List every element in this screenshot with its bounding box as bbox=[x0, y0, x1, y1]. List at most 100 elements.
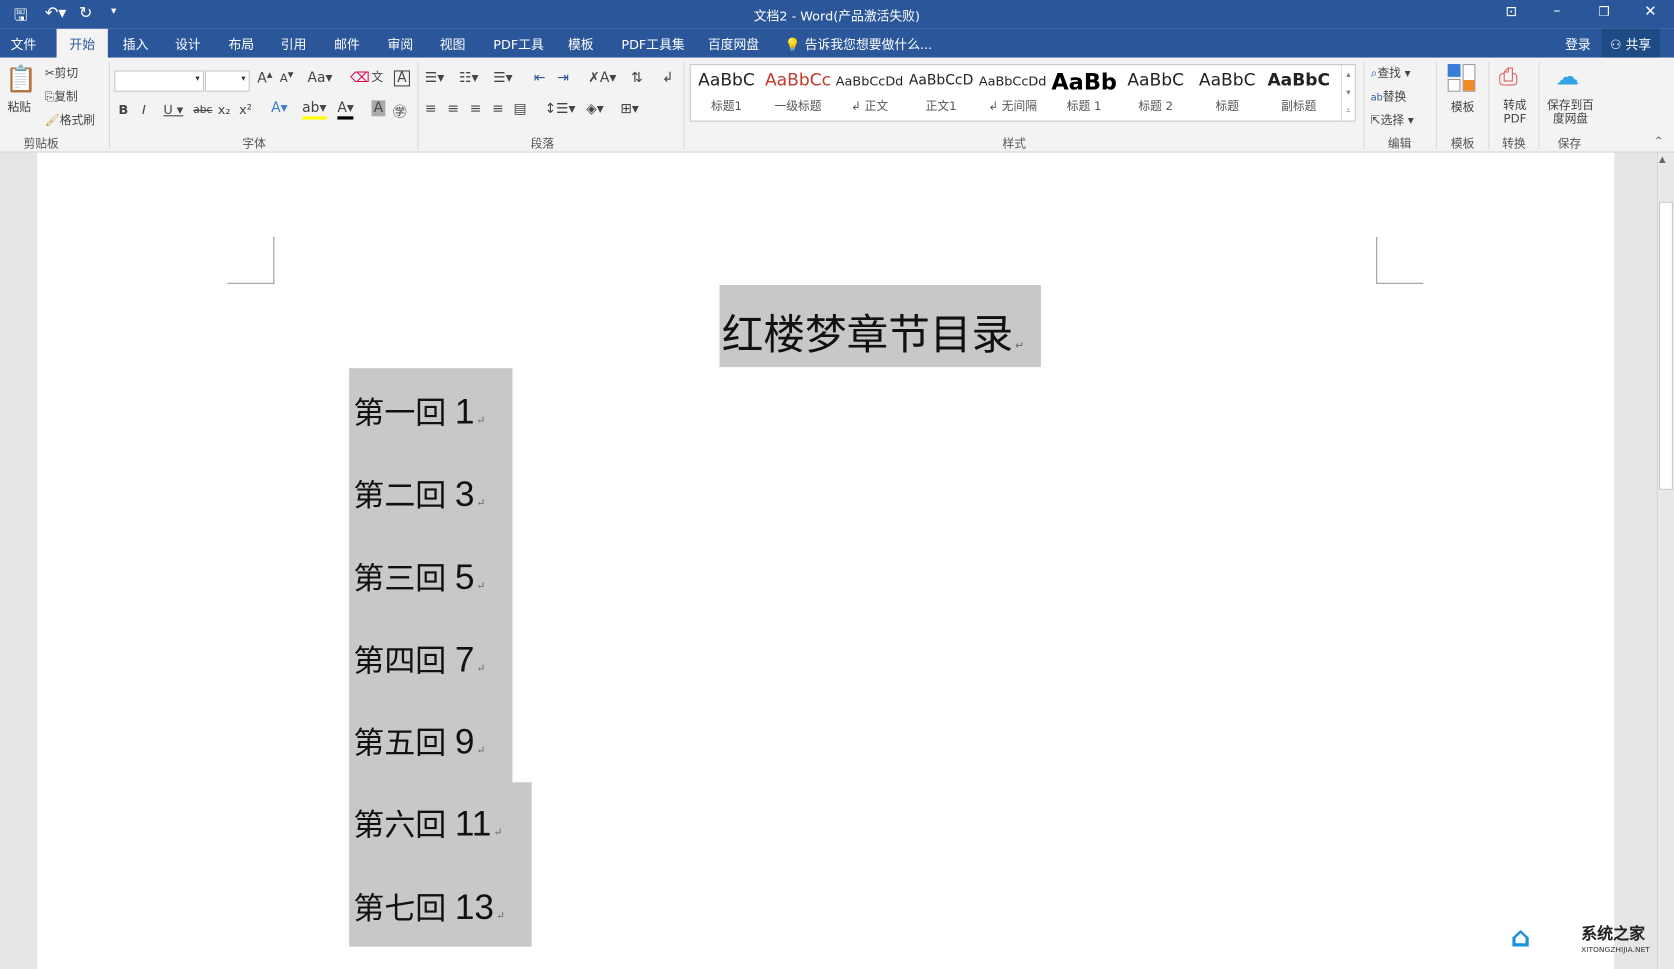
convert-pdf-button[interactable]: 转成PDF bbox=[1501, 98, 1529, 126]
line-spacing-icon[interactable]: ↕☰▾ bbox=[544, 101, 575, 117]
copy-button[interactable]: ⎘复制 bbox=[45, 88, 78, 105]
group-label-convert: 转换 bbox=[1502, 136, 1526, 151]
select-button[interactable]: ⇱选择 ▾ bbox=[1371, 111, 1414, 128]
change-case-icon[interactable]: Aa▾ bbox=[307, 70, 332, 86]
tab-layout[interactable]: 布局 bbox=[228, 35, 254, 53]
sort-icon[interactable]: ⇅ bbox=[631, 70, 643, 86]
underline-icon[interactable]: U ▾ bbox=[163, 102, 183, 117]
toc-entry[interactable]: 第三回 5 ↵ bbox=[353, 554, 485, 599]
font-name-combobox[interactable]: ▾ bbox=[114, 70, 204, 92]
decrease-indent-icon[interactable]: ⇤ bbox=[534, 70, 546, 86]
style-item[interactable]: AaBbCcDd ↲ 无间隔 bbox=[977, 69, 1049, 114]
style-item[interactable]: AaBbCcD 正文1 bbox=[905, 69, 977, 114]
toc-entry[interactable]: 第二回 3 ↵ bbox=[353, 471, 485, 516]
clear-format-icon[interactable]: ⌫ bbox=[350, 70, 370, 86]
subscript-icon[interactable]: x₂ bbox=[218, 102, 231, 117]
restore-button[interactable]: ❐ bbox=[1598, 4, 1609, 19]
share-label: 共享 bbox=[1625, 37, 1652, 53]
pdf-icon[interactable]: ⎙ bbox=[1499, 64, 1518, 91]
vertical-scrollbar[interactable]: ▲ bbox=[1656, 152, 1674, 969]
paste-icon[interactable]: 📋 bbox=[5, 64, 37, 94]
text-effects-icon[interactable]: A▾ bbox=[271, 100, 287, 116]
cut-button[interactable]: ✂剪切 bbox=[45, 64, 78, 81]
baidu-cloud-icon[interactable]: ☁ bbox=[1555, 64, 1578, 91]
copy-icon: ⎘ bbox=[44, 89, 55, 104]
tab-baidu-pan[interactable]: 百度网盘 bbox=[708, 35, 759, 53]
font-size-combobox[interactable]: ▾ bbox=[204, 70, 250, 92]
strikethrough-icon[interactable]: abc bbox=[193, 105, 212, 117]
tab-references[interactable]: 引用 bbox=[281, 35, 307, 53]
tab-template[interactable]: 模板 bbox=[568, 35, 594, 53]
asian-layout-icon[interactable]: ✗A▾ bbox=[588, 70, 616, 86]
save-icon[interactable]: 🖫 bbox=[14, 4, 28, 31]
document-heading[interactable]: 红楼梦章节目录 ↵ bbox=[719, 284, 1041, 368]
superscript-icon[interactable]: x² bbox=[239, 102, 252, 117]
align-center-icon[interactable]: ≡ bbox=[447, 101, 459, 117]
style-item[interactable]: AaBbCc 一级标题 bbox=[762, 69, 834, 114]
borders-icon[interactable]: ⊞▾ bbox=[620, 101, 639, 117]
show-marks-icon[interactable]: ↲ bbox=[662, 70, 674, 86]
scrollbar-thumb[interactable] bbox=[1659, 201, 1673, 490]
bullets-icon[interactable]: ☰▾ bbox=[425, 70, 444, 86]
minimize-button[interactable]: – bbox=[1553, 3, 1560, 19]
replace-button[interactable]: ab替换 bbox=[1371, 88, 1406, 105]
align-left-icon[interactable]: ≡ bbox=[425, 101, 437, 117]
gallery-scroll[interactable]: ▴ ▾ ⩡ bbox=[1340, 65, 1355, 121]
bold-icon[interactable]: B bbox=[119, 102, 129, 117]
distributed-icon[interactable]: ▤ bbox=[514, 101, 527, 117]
customize-qat-icon[interactable]: ▾ bbox=[111, 5, 116, 17]
toc-entry[interactable]: 第一回 1 ↵ bbox=[353, 388, 485, 433]
paste-button[interactable]: 粘贴 bbox=[7, 98, 30, 115]
grow-font-icon[interactable]: A▲ bbox=[257, 70, 272, 86]
tab-review[interactable]: 审阅 bbox=[388, 35, 414, 53]
scroll-up-icon[interactable]: ▲ bbox=[1659, 155, 1666, 165]
style-item[interactable]: AaBbC 标题1 bbox=[691, 69, 763, 114]
font-color-icon[interactable]: A▾ bbox=[337, 100, 354, 120]
tab-design[interactable]: 设计 bbox=[175, 35, 201, 53]
template-button[interactable]: 模板 bbox=[1451, 98, 1474, 115]
toc-entry[interactable]: 第五回 9 ↵ bbox=[353, 718, 485, 763]
find-button[interactable]: ⌕查找 ▾ bbox=[1371, 64, 1411, 81]
template-icon[interactable] bbox=[1447, 64, 1478, 94]
char-border-icon[interactable]: A bbox=[393, 70, 410, 87]
toc-entry[interactable]: 第六回 11 ↵ bbox=[353, 800, 502, 845]
style-item[interactable]: AaBbCcDd ↲ 正文 bbox=[834, 69, 906, 114]
tab-insert[interactable]: 插入 bbox=[123, 35, 149, 53]
highlight-icon[interactable]: ab▾ bbox=[302, 100, 327, 120]
login-link[interactable]: 登录 bbox=[1565, 35, 1591, 53]
increase-indent-icon[interactable]: ⇥ bbox=[557, 70, 569, 86]
close-button[interactable]: ✕ bbox=[1644, 3, 1657, 20]
redo-icon[interactable]: ↻ bbox=[79, 3, 92, 22]
ribbon-display-icon[interactable]: ⊡ bbox=[1505, 4, 1517, 20]
document-page[interactable] bbox=[37, 152, 1615, 969]
enclose-char-icon[interactable]: ㊫ bbox=[393, 100, 407, 121]
shrink-font-icon[interactable]: A▼ bbox=[280, 70, 294, 85]
collapse-ribbon-icon[interactable]: ⌃ bbox=[1654, 134, 1664, 148]
toc-entry[interactable]: 第四回 7 ↵ bbox=[353, 636, 485, 681]
style-item[interactable]: AaBb 标题 1 bbox=[1048, 69, 1120, 114]
save-to-baidu-button[interactable]: 保存到百度网盘 bbox=[1545, 98, 1596, 126]
tell-me-search[interactable]: 💡 告诉我您想要做什么... bbox=[785, 35, 933, 53]
tab-view[interactable]: 视图 bbox=[440, 35, 466, 53]
style-item[interactable]: AaBbC 副标题 bbox=[1263, 69, 1335, 114]
toc-entry[interactable]: 第七回 13 ↵ bbox=[353, 884, 505, 929]
tab-pdf-toolset[interactable]: PDF工具集 bbox=[621, 35, 684, 53]
style-item[interactable]: AaBbC 标题 bbox=[1191, 69, 1263, 114]
tab-file[interactable]: 文件 bbox=[11, 35, 37, 53]
justify-icon[interactable]: ≡ bbox=[492, 101, 504, 117]
style-item[interactable]: AaBbC 标题 2 bbox=[1120, 69, 1192, 114]
italic-icon[interactable]: I bbox=[142, 102, 146, 117]
share-button[interactable]: ⚇ 共享 bbox=[1601, 28, 1660, 58]
phonetic-guide-icon[interactable]: 文 bbox=[372, 68, 384, 85]
shading-icon[interactable]: ◈▾ bbox=[586, 101, 604, 117]
numbering-icon[interactable]: ☷▾ bbox=[459, 70, 478, 86]
scissors-icon: ✂ bbox=[44, 66, 55, 81]
multilevel-list-icon[interactable]: ☰▾ bbox=[493, 70, 512, 86]
format-painter-button[interactable]: 🖌格式刷 bbox=[45, 111, 95, 128]
tab-mailings[interactable]: 邮件 bbox=[334, 35, 360, 53]
undo-icon[interactable]: ↶▾ bbox=[45, 3, 66, 22]
tab-home[interactable]: 开始 bbox=[56, 28, 108, 58]
tab-pdf-tools[interactable]: PDF工具 bbox=[493, 35, 544, 53]
align-right-icon[interactable]: ≡ bbox=[470, 101, 482, 117]
char-shading-icon[interactable]: A bbox=[371, 100, 386, 117]
